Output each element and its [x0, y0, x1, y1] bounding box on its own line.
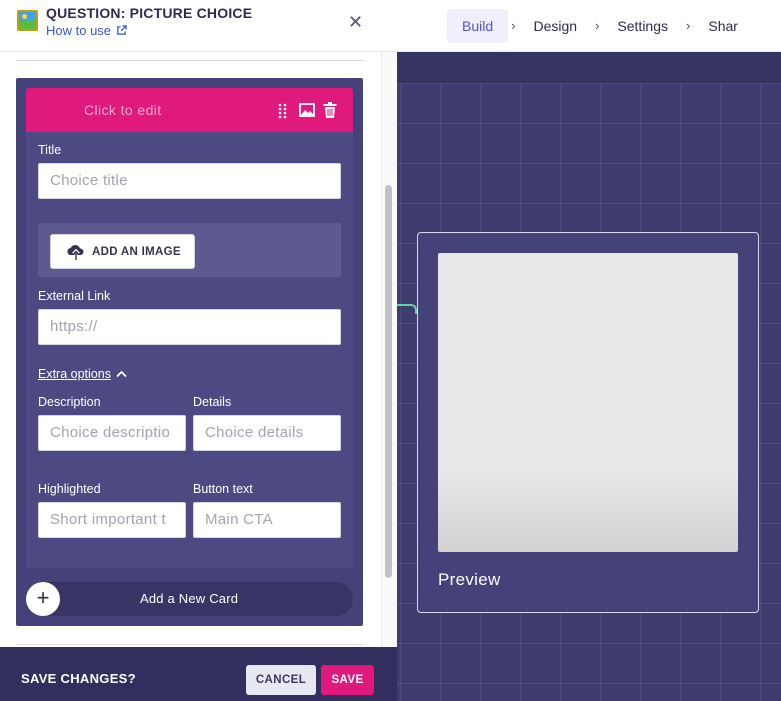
preview-card[interactable]: Preview: [417, 232, 759, 613]
image-icon[interactable]: [299, 103, 315, 117]
external-link-label: External Link: [38, 289, 111, 303]
title-input[interactable]: Choice title: [38, 163, 341, 199]
scrollbar-thumb[interactable]: [385, 185, 392, 578]
editor-panel: QUESTION: PICTURE CHOICE How to use ✕ Cl…: [0, 0, 397, 701]
external-link-icon: [117, 25, 127, 35]
tab-build[interactable]: Build: [447, 8, 509, 43]
highlighted-label: Highlighted: [38, 482, 101, 496]
nav-separator: ›: [511, 18, 516, 33]
description-input[interactable]: Choice descriptio: [38, 415, 186, 451]
trash-icon[interactable]: [323, 102, 337, 118]
extra-options-toggle[interactable]: Extra options: [38, 367, 127, 381]
plus-icon[interactable]: +: [26, 582, 60, 616]
highlighted-input[interactable]: Short important t: [38, 502, 186, 538]
add-image-button[interactable]: ADD AN IMAGE: [50, 234, 195, 269]
how-to-use-link[interactable]: How to use: [46, 23, 127, 38]
divider: [16, 644, 363, 645]
close-icon[interactable]: ✕: [348, 12, 363, 33]
drag-handle-icon[interactable]: [277, 103, 289, 119]
tab-settings[interactable]: Settings: [602, 9, 683, 43]
card-header-label[interactable]: Click to edit: [84, 102, 162, 118]
picture-choice-icon: [17, 10, 38, 31]
extra-options-label: Extra options: [38, 367, 111, 381]
description-label: Description: [38, 395, 101, 409]
canvas-toolbar-band: [397, 52, 781, 83]
panel-title: QUESTION: PICTURE CHOICE: [46, 5, 253, 21]
tab-design[interactable]: Design: [518, 9, 592, 43]
save-changes-bar: SAVE CHANGES? CANCEL SAVE: [0, 647, 397, 701]
button-text-label: Button text: [193, 482, 253, 496]
preview-image-placeholder: [438, 253, 738, 552]
divider: [16, 60, 363, 61]
button-text-input[interactable]: Main CTA: [193, 502, 341, 538]
title-label: Title: [38, 143, 62, 157]
nav-separator: ›: [686, 18, 691, 33]
card-header[interactable]: Click to edit: [26, 88, 353, 132]
cancel-button[interactable]: CANCEL: [246, 665, 316, 695]
add-image-label: ADD AN IMAGE: [92, 245, 181, 258]
panel-header: QUESTION: PICTURE CHOICE How to use ✕: [0, 0, 397, 52]
nav-separator: ›: [595, 18, 600, 33]
how-to-use-label: How to use: [46, 23, 112, 38]
details-input[interactable]: Choice details: [193, 415, 341, 451]
cloud-upload-icon: [67, 244, 84, 260]
external-link-input[interactable]: https://: [38, 309, 341, 345]
tab-share[interactable]: Shar: [693, 9, 753, 43]
save-changes-prompt: SAVE CHANGES?: [21, 671, 136, 686]
details-label: Details: [193, 395, 232, 409]
save-button[interactable]: SAVE: [321, 665, 374, 695]
flow-connector: [397, 304, 417, 314]
image-upload-zone[interactable]: ADD AN IMAGE: [38, 223, 341, 277]
add-new-card-button[interactable]: + Add a New Card: [26, 582, 353, 616]
preview-label: Preview: [438, 570, 501, 589]
top-navigation: Build › Design › Settings › Shar: [397, 0, 781, 52]
add-new-card-label: Add a New Card: [140, 591, 239, 606]
chevron-up-icon: [116, 370, 127, 378]
